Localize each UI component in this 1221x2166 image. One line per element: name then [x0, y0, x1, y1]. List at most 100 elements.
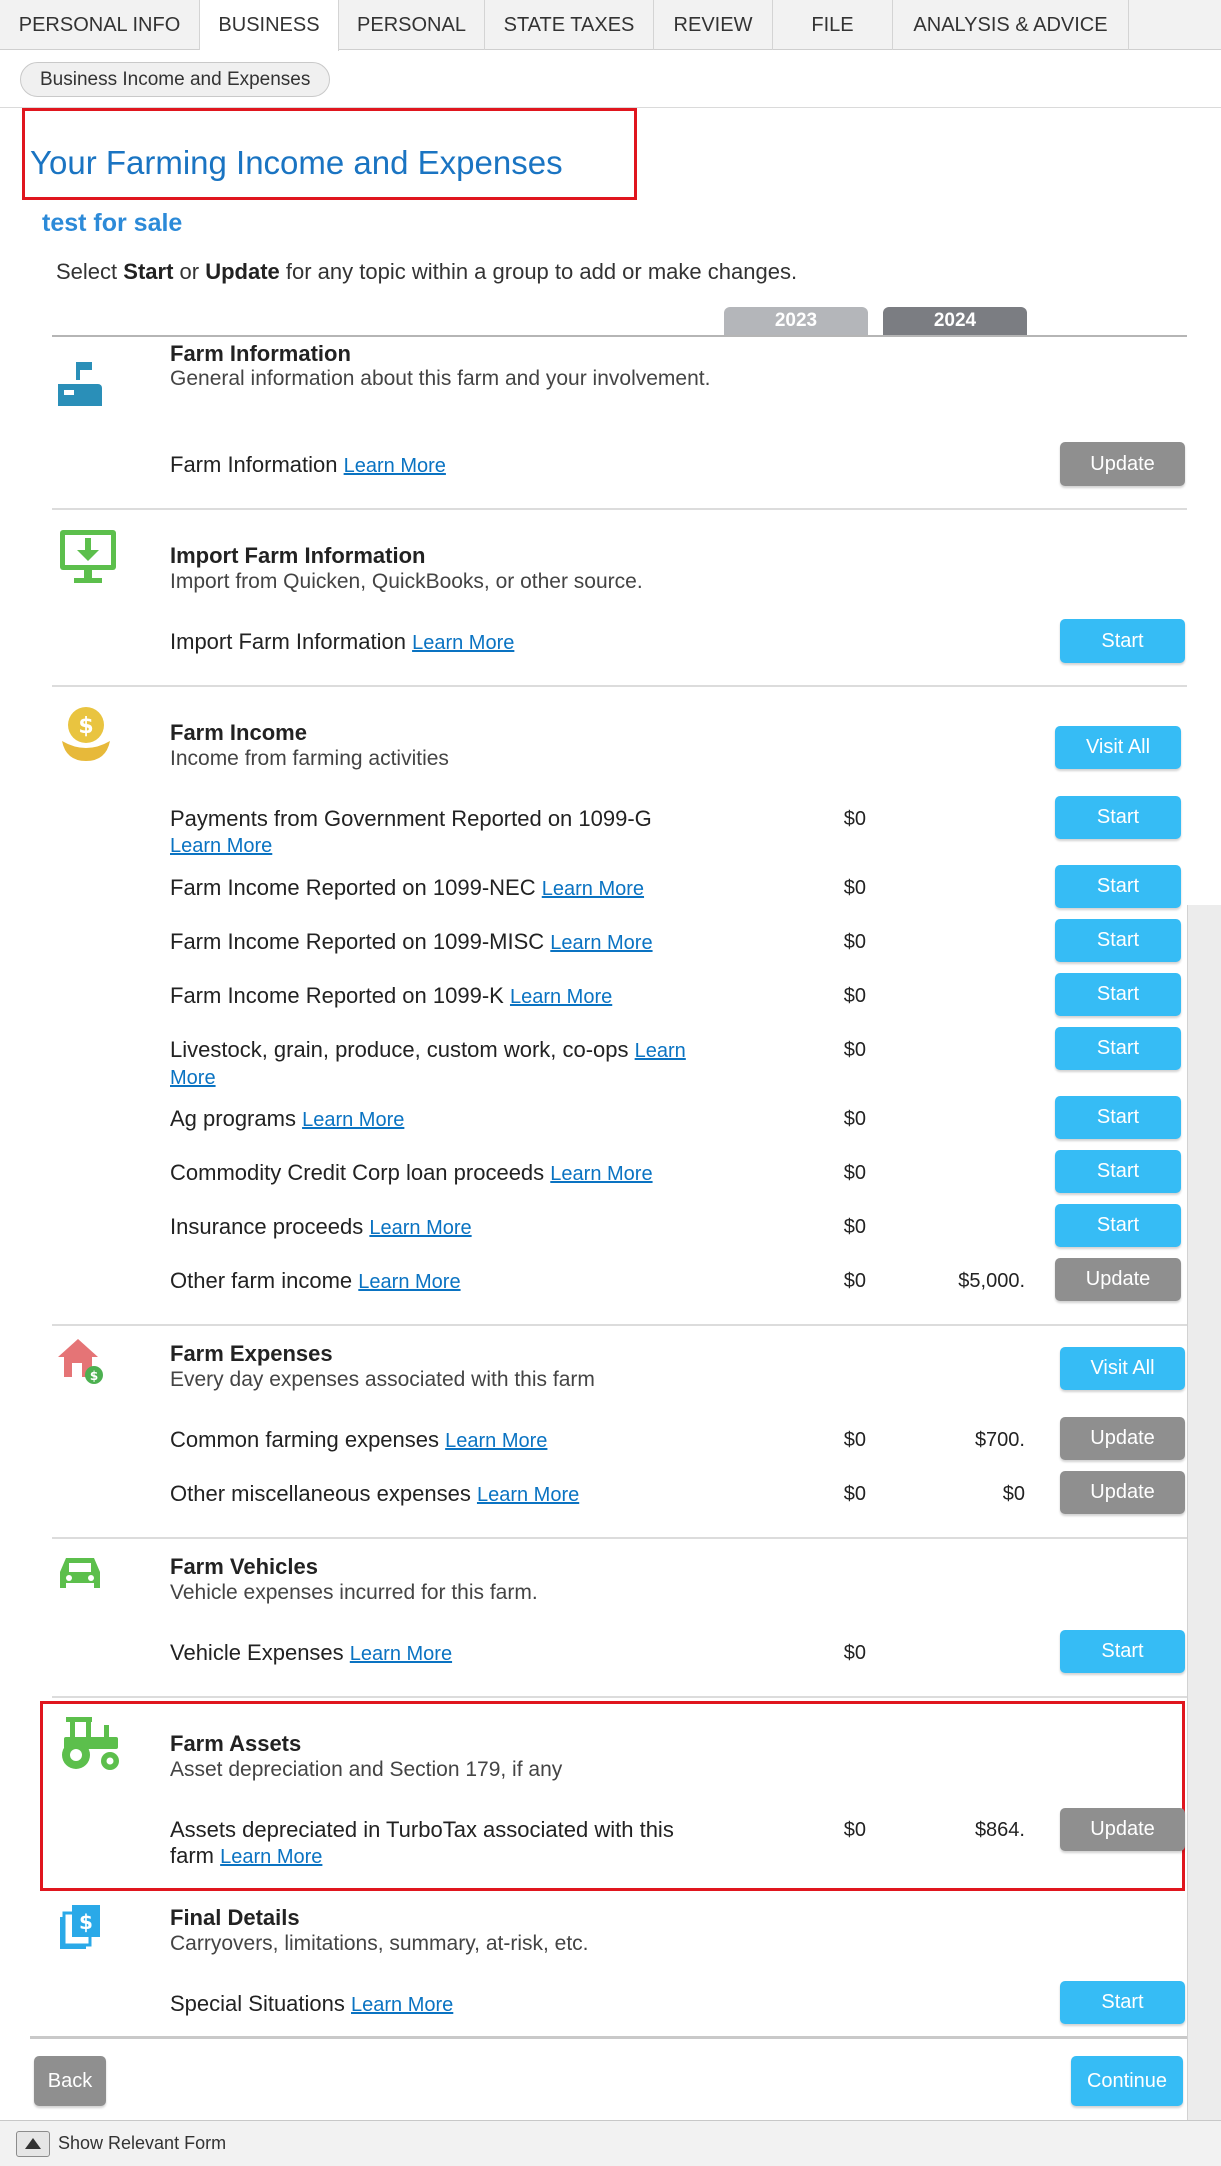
- top-nav-tabs: PERSONAL INFO BUSINESS PERSONAL STATE TA…: [0, 0, 1221, 51]
- income-row-button[interactable]: Start: [1055, 1150, 1181, 1193]
- section-divider: [52, 1696, 1187, 1698]
- value-2023: $0: [843, 808, 866, 830]
- special-situations-start-button[interactable]: Start: [1060, 1981, 1185, 2024]
- breadcrumb-bar: Business Income and Expenses: [0, 50, 1221, 108]
- income-row: Insurance proceeds Learn More: [170, 1214, 472, 1239]
- show-relevant-form-label[interactable]: Show Relevant Form: [58, 2133, 226, 2154]
- tab-file[interactable]: FILE: [773, 0, 893, 50]
- learn-more-link[interactable]: Learn More: [350, 1643, 452, 1665]
- tab-personal[interactable]: PERSONAL: [339, 0, 485, 50]
- bottom-divider: [30, 2036, 1187, 2039]
- learn-more-link[interactable]: Learn More: [351, 1994, 453, 2016]
- section-desc-farm-income: Income from farming activities: [170, 747, 449, 770]
- income-row-button[interactable]: Start: [1055, 1027, 1181, 1070]
- section-desc-import: Import from Quicken, QuickBooks, or othe…: [170, 570, 643, 593]
- value-2023: $0: [843, 1270, 866, 1292]
- assets-update-button[interactable]: Update: [1060, 1808, 1185, 1851]
- documents-dollar-icon: $: [58, 1903, 104, 1956]
- learn-more-link[interactable]: Learn More: [412, 632, 514, 654]
- section-divider: [52, 1537, 1187, 1539]
- tab-personal-info[interactable]: PERSONAL INFO: [0, 0, 200, 50]
- car-icon: [58, 1554, 102, 1599]
- house-dollar-icon: $: [56, 1337, 106, 1390]
- income-row: Farm Income Reported on 1099-K Learn Mor…: [170, 983, 613, 1008]
- expense-row-button[interactable]: Update: [1060, 1471, 1185, 1514]
- section-desc-farm-information: General information about this farm and …: [170, 367, 711, 390]
- learn-more-link[interactable]: Learn More: [170, 835, 272, 857]
- expand-up-icon[interactable]: [16, 2131, 50, 2157]
- learn-more-link[interactable]: Learn More: [477, 1484, 579, 1506]
- tab-analysis-advice[interactable]: ANALYSIS & ADVICE: [893, 0, 1129, 50]
- row-assets-depreciated: Assets depreciated in TurboTax associate…: [170, 1817, 674, 1868]
- continue-button[interactable]: Continue: [1071, 2056, 1183, 2106]
- back-button[interactable]: Back: [34, 2056, 106, 2106]
- learn-more-link[interactable]: Learn More: [302, 1109, 404, 1131]
- farm-information-update-button[interactable]: Update: [1060, 442, 1185, 486]
- section-title-farm-income: Farm Income: [170, 720, 307, 745]
- learn-more-link[interactable]: Learn More: [344, 455, 446, 477]
- income-row: Payments from Government Reported on 109…: [170, 806, 652, 857]
- income-row-button[interactable]: Start: [1055, 973, 1181, 1016]
- section-desc-farm-expenses: Every day expenses associated with this …: [170, 1368, 595, 1391]
- section-desc-farm-assets: Asset depreciation and Section 179, if a…: [170, 1758, 563, 1781]
- tab-state-taxes[interactable]: STATE TAXES: [485, 0, 654, 50]
- learn-more-link[interactable]: Learn More: [550, 932, 652, 954]
- learn-more-link[interactable]: Learn More: [542, 878, 644, 900]
- section-title-farm-assets: Farm Assets: [170, 1731, 302, 1756]
- import-start-button[interactable]: Start: [1060, 619, 1185, 663]
- income-row-button[interactable]: Start: [1055, 919, 1181, 962]
- value-2023: $0: [843, 1483, 866, 1505]
- income-row-button[interactable]: Start: [1055, 865, 1181, 908]
- section-divider: [52, 1324, 1187, 1326]
- farm-income-visit-all-button[interactable]: Visit All: [1055, 726, 1181, 769]
- tractor-icon: [56, 1715, 122, 1776]
- value-2023: $0: [843, 1216, 866, 1238]
- value-2024: $0: [1002, 1483, 1025, 1505]
- expense-row: Common farming expenses Learn More: [170, 1427, 548, 1452]
- row-vehicle-expenses: Vehicle Expenses Learn More: [170, 1640, 453, 1665]
- scrollbar[interactable]: [1187, 905, 1221, 2120]
- svg-text:$: $: [78, 714, 93, 739]
- learn-more-link[interactable]: Learn More: [358, 1271, 460, 1293]
- tab-business[interactable]: BUSINESS: [200, 0, 339, 51]
- value-2023: $0: [843, 1039, 866, 1061]
- tab-review[interactable]: REVIEW: [654, 0, 773, 50]
- value-2024: $5,000.: [958, 1270, 1025, 1292]
- expense-row: Other miscellaneous expenses Learn More: [170, 1481, 580, 1506]
- section-title-farm-vehicles: Farm Vehicles: [170, 1554, 318, 1579]
- row-import-farm-information: Import Farm Information Learn More: [170, 629, 515, 654]
- money-bag-icon: $: [60, 705, 112, 768]
- section-desc-final-details: Carryovers, limitations, summary, at-ris…: [170, 1932, 589, 1955]
- section-divider: [52, 685, 1187, 687]
- income-row: Farm Income Reported on 1099-MISC Learn …: [170, 929, 653, 954]
- vehicle-expenses-start-button[interactable]: Start: [1060, 1630, 1185, 1673]
- year-header-2024: 2024: [883, 307, 1027, 335]
- income-row: Livestock, grain, produce, custom work, …: [170, 1037, 686, 1089]
- income-row: Farm Income Reported on 1099-NEC Learn M…: [170, 875, 645, 900]
- income-row-button[interactable]: Start: [1055, 1204, 1181, 1247]
- learn-more-link[interactable]: Learn More: [550, 1163, 652, 1185]
- income-row-button[interactable]: Start: [1055, 796, 1181, 839]
- income-row-button[interactable]: Start: [1055, 1096, 1181, 1139]
- learn-more-link[interactable]: Learn More: [445, 1430, 547, 1452]
- learn-more-link[interactable]: Learn More: [369, 1217, 471, 1239]
- section-divider: [52, 508, 1187, 510]
- value-2023: $0: [843, 985, 866, 1007]
- section-desc-farm-vehicles: Vehicle expenses incurred for this farm.: [170, 1581, 538, 1604]
- row-special-situations: Special Situations Learn More: [170, 1991, 454, 2016]
- value-2023: $0: [843, 1819, 866, 1841]
- learn-more-link[interactable]: Learn More: [220, 1846, 322, 1868]
- learn-more-link[interactable]: Learn More: [510, 986, 612, 1008]
- income-row: Other farm income Learn More: [170, 1268, 461, 1293]
- farm-expenses-visit-all-button[interactable]: Visit All: [1060, 1347, 1185, 1390]
- value-2023: $0: [843, 1642, 866, 1664]
- download-monitor-icon: [60, 530, 116, 589]
- svg-text:$: $: [79, 1910, 93, 1934]
- income-row-button[interactable]: Update: [1055, 1258, 1181, 1301]
- breadcrumb[interactable]: Business Income and Expenses: [20, 62, 331, 97]
- expense-row-button[interactable]: Update: [1060, 1417, 1185, 1460]
- section-title-farm-expenses: Farm Expenses: [170, 1341, 333, 1366]
- footer-bar: Show Relevant Form: [0, 2120, 1221, 2166]
- section-title-final-details: Final Details: [170, 1905, 300, 1930]
- section-title-import: Import Farm Information: [170, 543, 426, 568]
